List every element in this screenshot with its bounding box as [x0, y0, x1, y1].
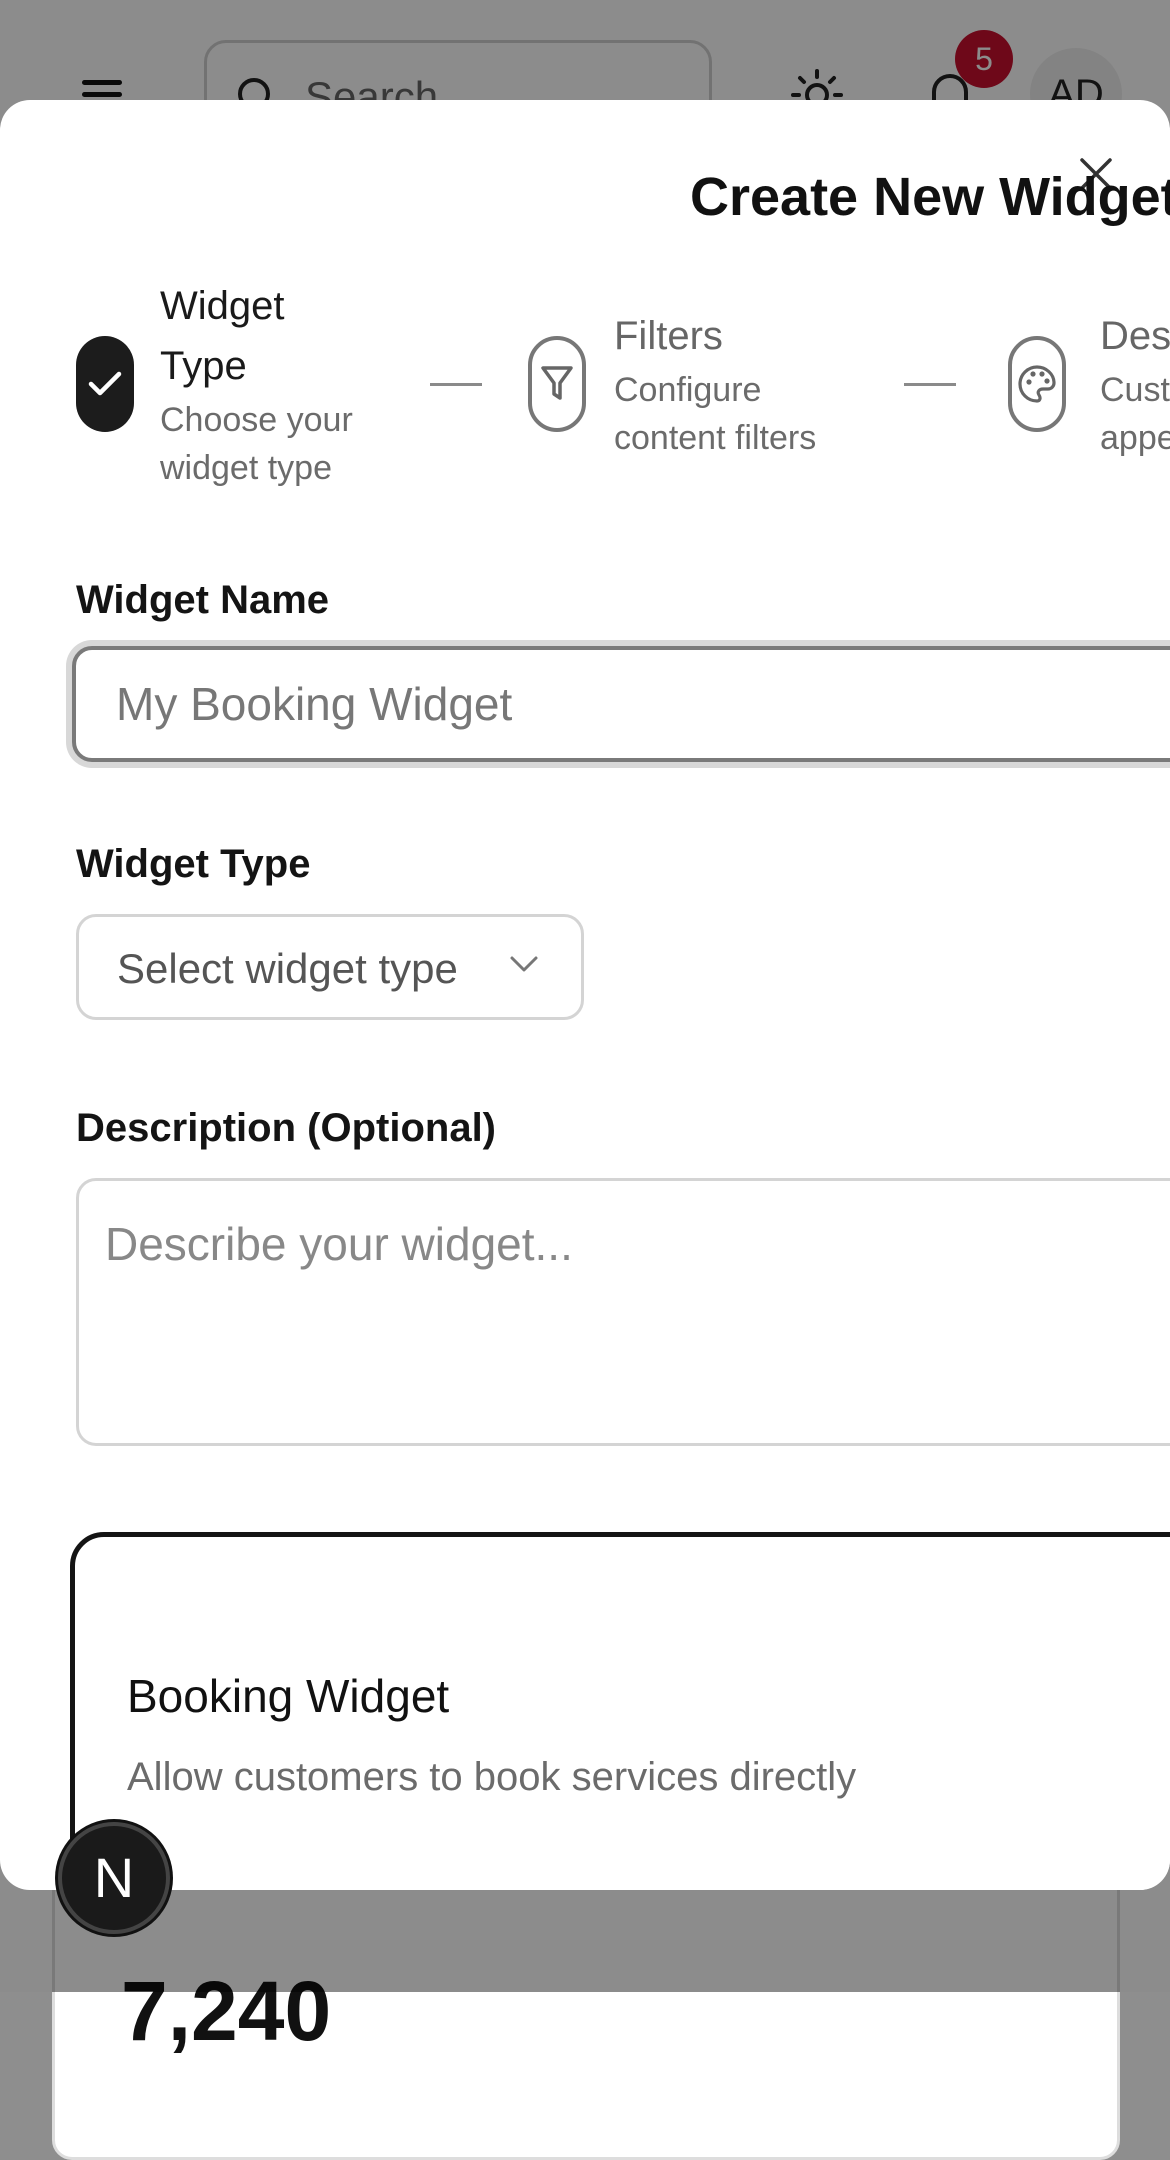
step-desc-line1: Choose your — [160, 401, 353, 439]
widget-type-select[interactable]: Select widget type — [76, 914, 584, 1020]
step-desc-line1: Configure — [614, 371, 762, 409]
palette-icon — [1008, 336, 1066, 432]
step-title-line2: Type — [160, 344, 247, 388]
floating-n-badge[interactable]: N — [58, 1822, 170, 1934]
widget-type-select-value: Select widget type — [117, 945, 458, 992]
step-desc-line2: widget type — [160, 449, 332, 487]
step-title: Design — [1100, 314, 1170, 358]
step-desc-line2: appearance — [1100, 419, 1170, 457]
widget-type-option-description: Allow customers to book services directl… — [127, 1755, 857, 1799]
chevron-down-icon — [510, 956, 538, 972]
create-widget-modal: Create New Widget Widget Type Choose you… — [0, 100, 1170, 1890]
filter-icon — [528, 336, 586, 432]
step-desc-line1: Customize — [1100, 371, 1170, 409]
step-desc-line2: content filters — [614, 419, 817, 457]
step-title: Filters — [614, 314, 723, 358]
widget-type-label: Widget Type — [76, 842, 311, 886]
step-separator — [430, 383, 482, 386]
step-title-line1: Widget — [160, 284, 285, 328]
widget-name-input[interactable] — [72, 646, 1170, 762]
modal-title: Create New Widget — [690, 167, 1170, 227]
widget-type-option-booking[interactable]: Booking Widget Allow customers to book s… — [70, 1532, 1170, 1890]
description-label: Description (Optional) — [76, 1106, 496, 1150]
step-separator — [904, 383, 956, 386]
check-icon — [76, 336, 134, 432]
widget-name-label: Widget Name — [76, 578, 330, 622]
widget-type-option-title: Booking Widget — [127, 1670, 450, 1722]
description-textarea[interactable] — [76, 1178, 1170, 1446]
